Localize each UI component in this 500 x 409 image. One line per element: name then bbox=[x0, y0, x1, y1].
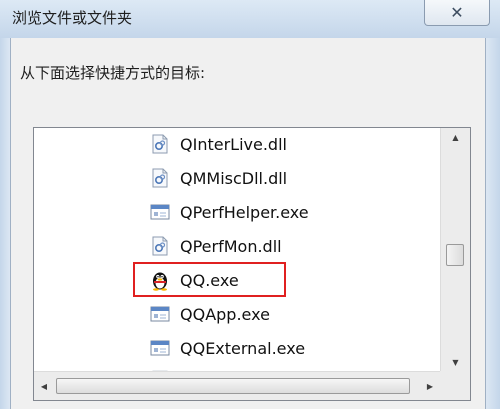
window-frame-right bbox=[486, 38, 500, 409]
scroll-right-icon[interactable]: ▶ bbox=[420, 372, 440, 400]
file-name: QQExternal.exe bbox=[180, 338, 306, 358]
dialog-title: 浏览文件或文件夹 bbox=[12, 9, 133, 27]
list-item[interactable]: QInterLive.dll bbox=[150, 130, 287, 158]
vertical-scrollbar[interactable]: ▲ ▼ bbox=[440, 128, 470, 371]
scrollbar-corner bbox=[440, 371, 470, 400]
list-item[interactable]: QPerfMon.dll bbox=[150, 232, 282, 260]
file-name: QMMiscDll.dll bbox=[180, 168, 288, 188]
close-icon: ✕ bbox=[450, 3, 464, 22]
exe-file-icon bbox=[150, 338, 170, 358]
list-item[interactable]: QQApp.exe bbox=[150, 300, 270, 328]
close-button[interactable]: ✕ bbox=[424, 0, 490, 26]
window-frame-left bbox=[0, 38, 10, 409]
exe-file-icon bbox=[150, 202, 170, 222]
dialog-prompt: 从下面选择快捷方式的目标: bbox=[20, 64, 206, 82]
list-item[interactable]: QMMiscDll.dll bbox=[150, 164, 287, 192]
list-item[interactable]: QPerfHelper.exe bbox=[150, 198, 309, 226]
file-name: QQApp.exe bbox=[180, 304, 270, 324]
vertical-scroll-thumb[interactable] bbox=[446, 244, 464, 266]
highlight-box bbox=[133, 262, 286, 297]
scroll-up-icon[interactable]: ▲ bbox=[441, 128, 470, 146]
horizontal-scrollbar[interactable]: ◀ ▶ bbox=[34, 371, 440, 400]
dll-file-icon bbox=[150, 168, 170, 188]
file-name: QPerfHelper.exe bbox=[180, 202, 309, 222]
file-name: QInterLive.dll bbox=[180, 134, 287, 154]
title-bar[interactable]: 浏览文件或文件夹 ✕ bbox=[0, 0, 500, 38]
list-item[interactable]: QQExternal.exe bbox=[150, 334, 305, 362]
exe-file-icon bbox=[150, 304, 170, 324]
horizontal-scroll-thumb[interactable] bbox=[56, 378, 410, 394]
scroll-down-icon[interactable]: ▼ bbox=[441, 353, 470, 371]
scroll-left-icon[interactable]: ◀ bbox=[34, 372, 54, 400]
folder-tree[interactable]: QInterLive.dll QMMiscDll.dll QPerfHelper… bbox=[33, 127, 471, 401]
dll-file-icon bbox=[150, 134, 170, 154]
dll-file-icon bbox=[150, 236, 170, 256]
file-name: QPerfMon.dll bbox=[180, 236, 282, 256]
